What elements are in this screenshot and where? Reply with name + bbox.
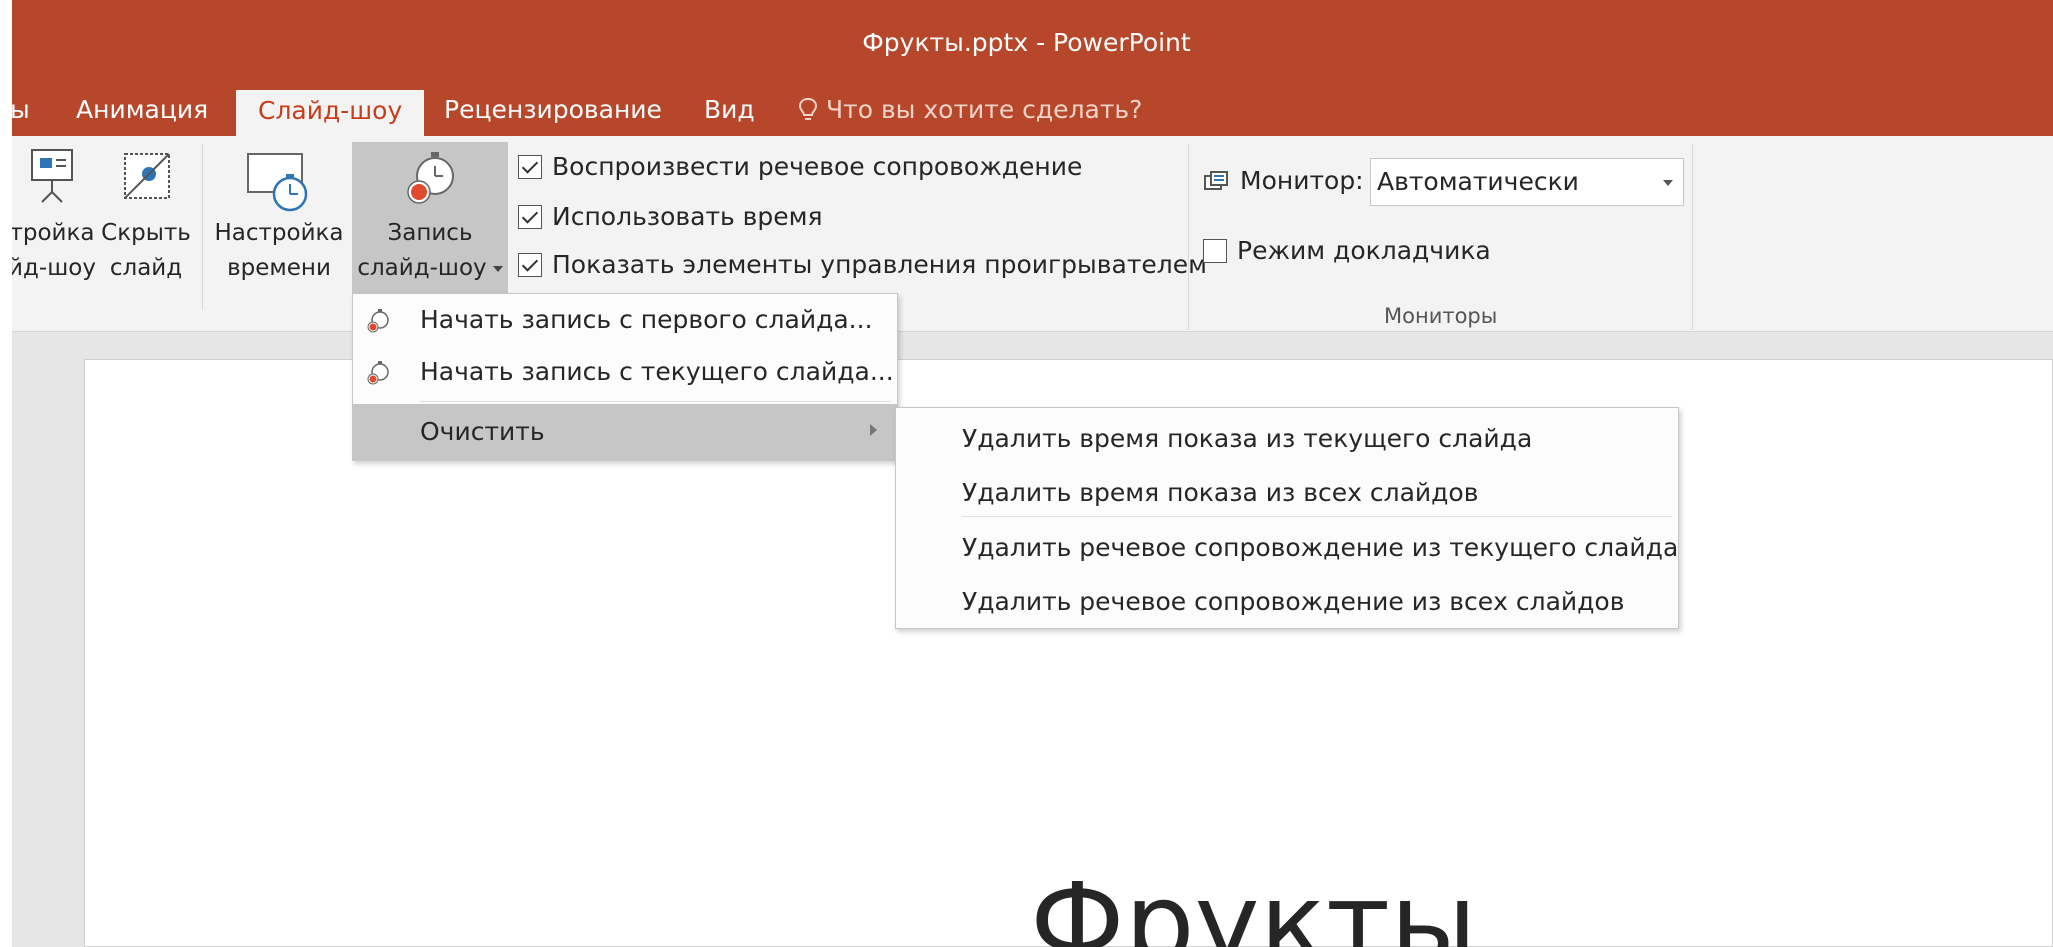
checkbox-box[interactable] [1203, 239, 1227, 263]
presenter-view-label: Режим докладчика [1237, 236, 1491, 265]
use-timings-label: Использовать время [552, 202, 823, 231]
ribbon-separator [1692, 144, 1693, 330]
ribbon-separator [1188, 144, 1189, 330]
checkbox-box[interactable] [518, 205, 542, 229]
chevron-down-icon [1663, 180, 1673, 186]
checkbox-box[interactable] [518, 253, 542, 277]
menu-item-label: Начать запись с первого слайда... [420, 305, 873, 334]
record-stopwatch-icon [367, 361, 389, 385]
record-slideshow-line1: Запись [387, 220, 473, 246]
show-media-controls-checkbox[interactable]: Показать элементы управления проигрывате… [518, 250, 1207, 279]
record-slideshow-line2-wrap: слайд-шоу [352, 251, 508, 286]
rehearse-timings-line1: Настройка [214, 220, 344, 246]
submenu-item-clear-narration-current[interactable]: Удалить речевое сопровождение из текущег… [962, 533, 1678, 562]
dropdown-caret-icon [492, 266, 503, 272]
submenu-item-clear-timings-all[interactable]: Удалить время показа из всех слайдов [962, 478, 1478, 507]
record-dropdown-menu: Начать запись с первого слайда... Начать… [352, 293, 898, 461]
lightbulb-icon [798, 97, 818, 120]
menu-item-record-from-current[interactable]: Начать запись с текущего слайда... [353, 346, 897, 398]
rehearse-timings-icon [247, 153, 308, 212]
ribbon-separator [202, 144, 203, 310]
record-slideshow-button[interactable]: Запись слайд-шоу [352, 142, 508, 300]
window-edge [0, 0, 12, 947]
record-slideshow-line2: слайд-шоу [357, 255, 487, 281]
menu-item-clear[interactable]: Очистить [353, 404, 897, 460]
menu-item-record-from-beginning[interactable]: Начать запись с первого слайда... [353, 294, 897, 346]
presenter-view-checkbox[interactable]: Режим докладчика [1203, 236, 1491, 265]
title-bar: Фрукты.pptx - PowerPoint [0, 0, 2053, 90]
menu-separator [420, 401, 891, 402]
rehearse-timings-line2: времени [227, 255, 331, 281]
window-title: Фрукты.pptx - PowerPoint [862, 28, 1191, 57]
monitors-group-label: Мониторы [1384, 304, 1498, 328]
hide-slide-button[interactable]: Скрыть слайд [100, 146, 192, 286]
hide-slide-line1: Скрыть [101, 220, 191, 246]
setup-slideshow-line1: тройка [9, 220, 95, 246]
hide-slide-icon [124, 153, 170, 199]
monitor-label: Монитор: [1240, 166, 1364, 195]
projector-icon [31, 149, 73, 203]
ribbon-tabs: ы Анимация Слайд-шоу Рецензирование Вид … [0, 90, 2053, 138]
tab-slideshow[interactable]: Слайд-шоу [236, 90, 425, 138]
submenu-item-clear-timings-current[interactable]: Удалить время показа из текущего слайда [962, 424, 1532, 453]
use-timings-checkbox[interactable]: Использовать время [518, 202, 823, 231]
slide-title[interactable]: Фрукты [1030, 868, 1477, 947]
rehearse-timings-button[interactable]: Настройка времени [210, 146, 348, 286]
clear-submenu: Удалить время показа из текущего слайда … [895, 407, 1679, 629]
menu-item-label: Очистить [420, 417, 545, 446]
monitor-select[interactable]: Автоматически [1370, 158, 1684, 206]
submenu-item-clear-narration-all[interactable]: Удалить речевое сопровождение из всех сл… [962, 587, 1624, 616]
show-media-controls-label: Показать элементы управления проигрывате… [552, 250, 1208, 279]
tab-view[interactable]: Вид [700, 90, 759, 136]
hide-slide-line2: слайд [109, 255, 183, 281]
tell-me-search[interactable]: Что вы хотите сделать? [798, 90, 1142, 136]
monitor-select-value: Автоматически [1377, 167, 1579, 196]
checkbox-box[interactable] [518, 155, 542, 179]
tab-review[interactable]: Рецензирование [440, 90, 666, 136]
tell-me-placeholder: Что вы хотите сделать? [826, 95, 1143, 124]
play-narrations-checkbox[interactable]: Воспроизвести речевое сопровождение [518, 152, 1082, 181]
record-stopwatch-icon [367, 309, 389, 333]
ribbon: тройка йд-шоу Скрыть слайд Настройка вре… [0, 136, 2053, 332]
setup-slideshow-line2: йд-шоу [8, 255, 96, 281]
record-stopwatch-icon [407, 152, 454, 204]
menu-item-label: Начать запись с текущего слайда... [420, 357, 894, 386]
play-narrations-label: Воспроизвести речевое сопровождение [552, 152, 1083, 181]
setup-slideshow-button[interactable]: тройка йд-шоу [8, 146, 96, 286]
monitor-icon [1204, 171, 1228, 190]
tab-animation[interactable]: Анимация [72, 90, 212, 136]
chevron-right-icon [870, 424, 877, 436]
menu-separator [962, 516, 1672, 517]
